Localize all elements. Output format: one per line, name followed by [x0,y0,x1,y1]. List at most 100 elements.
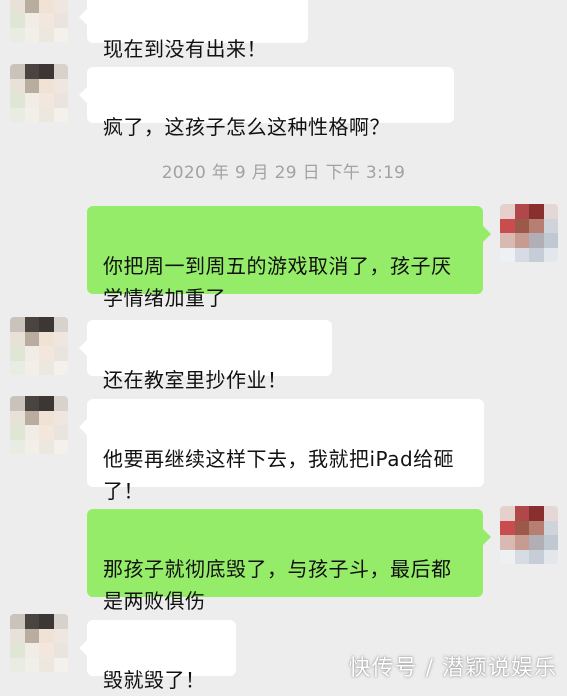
avatar-mosaic-tile [543,233,558,248]
avatar-mosaic-tile [53,27,68,42]
avatar-mosaic-tile [10,317,25,332]
avatar-mosaic-tile [514,218,529,233]
avatar-mosaic-tile [24,78,39,93]
avatar-mosaic-tile [24,643,39,658]
avatar-mosaic-tile [39,64,54,79]
contact-avatar[interactable] [10,614,68,672]
avatar-mosaic-tile [53,410,68,425]
avatar-mosaic-tile [514,520,529,535]
avatar-mosaic-tile [24,657,39,672]
avatar-mosaic-tile [10,107,25,122]
avatar-mosaic-tile [10,331,25,346]
avatar-mosaic-tile [24,331,39,346]
message-bubble-outgoing[interactable]: 你把周一到周五的游戏取消了，孩子厌学情绪加重了 [87,206,491,310]
message-bubble-incoming[interactable]: 毁就毁了！ [79,620,236,692]
avatar-mosaic-tile [529,233,544,248]
avatar-mosaic-tile [529,549,544,564]
avatar-mosaic-tile [543,520,558,535]
avatar-mosaic-tile [24,360,39,375]
avatar-mosaic-tile [39,628,54,643]
avatar-mosaic-tile [39,439,54,454]
contact-avatar[interactable] [10,0,68,42]
contact-avatar[interactable] [10,396,68,454]
message-text: 还在教室里抄作业！ [103,368,288,392]
message-text: 那孩子就彻底毁了，与孩子斗，最后都是两败俱伤 [103,557,452,613]
message-bubble-incoming[interactable]: 现在到没有出来！ [79,0,308,61]
avatar-mosaic-tile [529,535,544,550]
avatar-mosaic-tile [39,657,54,672]
self-avatar[interactable] [500,204,558,262]
avatar-mosaic-tile [53,13,68,28]
avatar-mosaic-tile [10,27,25,42]
avatar-mosaic-tile [53,643,68,658]
avatar-mosaic-tile [10,64,25,79]
avatar-mosaic-tile [543,549,558,564]
self-avatar[interactable] [500,506,558,564]
avatar-mosaic-tile [529,218,544,233]
avatar-mosaic-tile [24,13,39,28]
avatar-mosaic-tile [514,506,529,521]
contact-avatar[interactable] [10,64,68,122]
avatar-mosaic-tile [514,549,529,564]
avatar-mosaic-tile [39,425,54,440]
avatar-mosaic-tile [53,346,68,361]
avatar-mosaic-tile [10,346,25,361]
avatar-mosaic-tile [39,27,54,42]
message-text: 他要再继续这样下去，我就把iPad给砸了！ [103,447,455,503]
avatar-mosaic-tile [10,93,25,108]
avatar-mosaic-tile [24,396,39,411]
avatar-mosaic-tile [39,643,54,658]
avatar-mosaic-tile [543,247,558,262]
avatar-mosaic-tile [53,0,68,13]
avatar-mosaic-tile [53,107,68,122]
avatar-mosaic-tile [10,643,25,658]
message-timestamp: 2020 年 9 月 29 日 下午 3:19 [161,163,406,183]
message-text: 毁就毁了！ [103,668,206,692]
avatar-mosaic-tile [543,535,558,550]
avatar-mosaic-tile [10,0,25,13]
avatar-mosaic-tile [10,614,25,629]
chat-area[interactable]: 现在到没有出来！ 疯了，这孩子怎么这种性格啊？ 2020 年 9 月 29 日 … [0,0,567,692]
avatar-mosaic-tile [24,0,39,13]
avatar-mosaic-tile [53,64,68,79]
message-text: 疯了，这孩子怎么这种性格啊？ [103,115,390,139]
avatar-mosaic-tile [24,346,39,361]
avatar-mosaic-tile [24,410,39,425]
avatar-mosaic-tile [10,657,25,672]
avatar-mosaic-tile [24,628,39,643]
avatar-mosaic-tile [39,93,54,108]
avatar-mosaic-tile [500,204,515,219]
message-bubble-incoming[interactable]: 还在教室里抄作业！ [79,320,332,392]
avatar-mosaic-tile [53,657,68,672]
message-bubble-incoming[interactable]: 他要再继续这样下去，我就把iPad给砸了！ [79,399,484,503]
message-text: 现在到没有出来！ [103,37,267,61]
avatar-mosaic-tile [500,535,515,550]
contact-avatar[interactable] [10,317,68,375]
avatar-mosaic-tile [10,425,25,440]
avatar-mosaic-tile [529,506,544,521]
avatar-mosaic-tile [53,628,68,643]
message-bubble-outgoing[interactable]: 那孩子就彻底毁了，与孩子斗，最后都是两败俱伤 [87,509,491,613]
avatar-mosaic-tile [514,204,529,219]
avatar-mosaic-tile [53,360,68,375]
avatar-mosaic-tile [39,614,54,629]
avatar-mosaic-tile [514,233,529,248]
avatar-mosaic-tile [529,204,544,219]
avatar-mosaic-tile [39,317,54,332]
avatar-mosaic-tile [500,218,515,233]
avatar-mosaic-tile [39,396,54,411]
avatar-mosaic-tile [53,331,68,346]
avatar-mosaic-tile [39,410,54,425]
avatar-mosaic-tile [39,331,54,346]
avatar-mosaic-tile [500,520,515,535]
avatar-mosaic-tile [24,64,39,79]
message-bubble-incoming[interactable]: 疯了，这孩子怎么这种性格啊？ [79,67,454,139]
avatar-mosaic-tile [53,78,68,93]
avatar-mosaic-tile [24,614,39,629]
avatar-mosaic-tile [529,520,544,535]
message-text: 你把周一到周五的游戏取消了，孩子厌学情绪加重了 [103,254,452,310]
avatar-mosaic-tile [543,204,558,219]
avatar-mosaic-tile [24,317,39,332]
avatar-mosaic-tile [543,218,558,233]
avatar-mosaic-tile [39,0,54,13]
